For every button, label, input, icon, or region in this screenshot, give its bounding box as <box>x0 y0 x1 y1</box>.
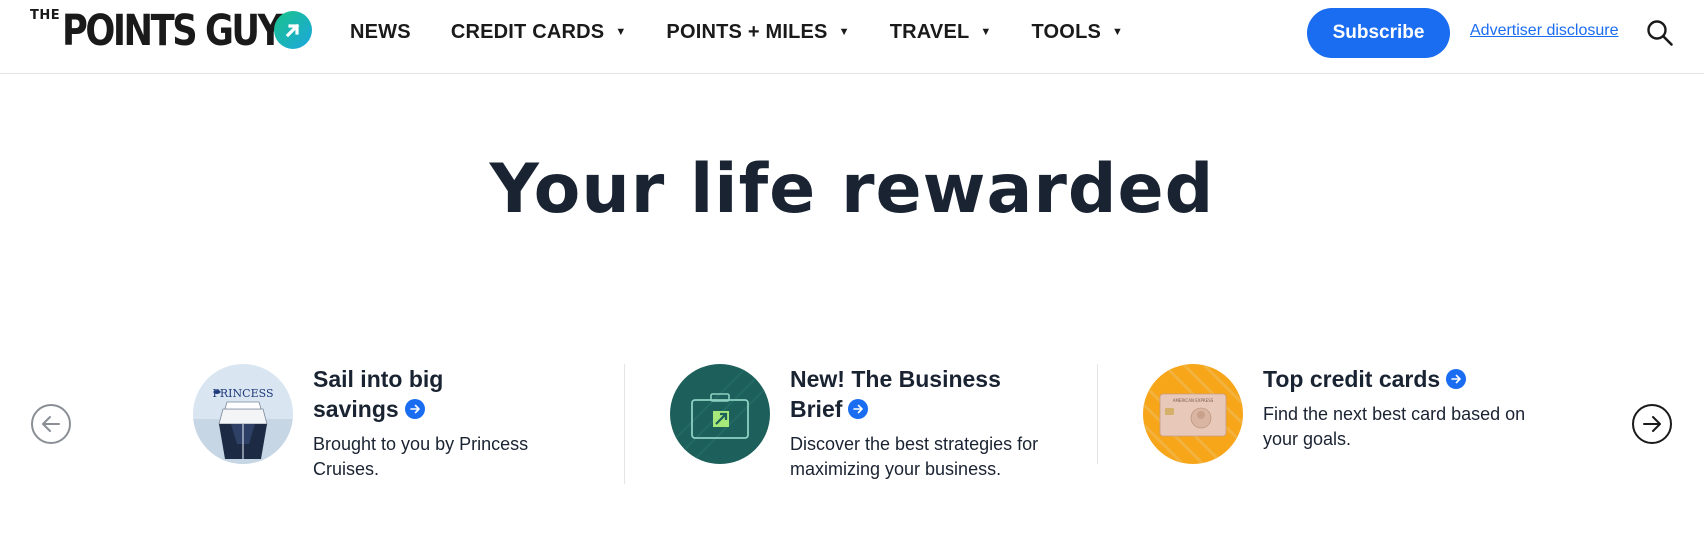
cruise-ship-image: PRINCESS <box>193 364 293 464</box>
site-header: THE POINTS GUY NEWS CREDIT CARDS ▼ POINT… <box>0 0 1704 74</box>
card-description: Brought to you by Princess Cruises. <box>313 434 529 479</box>
subscribe-button[interactable]: Subscribe <box>1307 8 1450 58</box>
caret-down-icon: ▼ <box>1112 26 1124 38</box>
nav-item-label: TRAVEL <box>889 20 970 43</box>
arrow-left-icon <box>42 416 60 432</box>
card-description: Find the next best card based on your go… <box>1263 404 1526 449</box>
logo-the-text: THE <box>30 8 61 23</box>
hero-title: Your life rewarded <box>489 150 1215 229</box>
nav-item-points-miles[interactable]: POINTS + MILES ▼ <box>666 21 849 44</box>
card-title[interactable]: Top credit cards <box>1263 364 1553 394</box>
card-title[interactable]: New! The Business Brief <box>790 364 1060 424</box>
arrow-right-circle-icon[interactable] <box>404 398 425 419</box>
promo-card-business-brief[interactable]: New! The Business Brief Discover the bes… <box>670 364 1060 482</box>
card-text: Sail into big savings Brought to you by … <box>313 364 583 482</box>
card-title[interactable]: Sail into big savings <box>313 364 583 424</box>
princess-brand-text: PRINCESS <box>213 387 274 400</box>
advertiser-disclosure-link[interactable]: Advertiser disclosure <box>1470 22 1619 40</box>
nav-item-credit-cards[interactable]: CREDIT CARDS ▼ <box>451 21 627 44</box>
the-points-guy-logo[interactable]: THE POINTS GUY <box>30 8 316 58</box>
card-divider <box>1097 364 1098 464</box>
card-title-line2: savings <box>313 396 399 422</box>
logo-arrow-icon <box>274 11 312 49</box>
nav-item-travel[interactable]: TRAVEL ▼ <box>890 21 992 44</box>
card-title-line1: Sail into big <box>313 366 444 392</box>
arrow-right-circle-icon[interactable] <box>1446 368 1467 389</box>
amex-brand-text: AMERICAN EXPRESS <box>1173 398 1214 403</box>
carousel-prev-button[interactable] <box>31 404 71 444</box>
nav-item-label: NEWS <box>350 20 411 43</box>
caret-down-icon: ▼ <box>838 26 850 38</box>
card-divider <box>624 364 625 484</box>
arrow-right-icon <box>1643 416 1661 432</box>
arrow-right-circle-icon[interactable] <box>848 398 869 419</box>
caret-down-icon: ▼ <box>615 26 627 38</box>
promo-card-top-credit-cards[interactable]: AMERICAN EXPRESS Top credit cards Find t… <box>1143 364 1553 464</box>
card-text: New! The Business Brief Discover the bes… <box>790 364 1060 482</box>
card-title-line2: Brief <box>790 396 843 422</box>
nav-item-tools[interactable]: TOOLS ▼ <box>1032 21 1124 44</box>
main-nav: NEWS CREDIT CARDS ▼ POINTS + MILES ▼ TRA… <box>350 0 1163 64</box>
briefcase-image <box>670 364 770 464</box>
promo-card-princess[interactable]: PRINCESS Sail into big savings Brought t… <box>193 364 583 482</box>
card-text: Top credit cards Find the next best card… <box>1263 364 1553 464</box>
nav-item-label: TOOLS <box>1031 20 1102 43</box>
nav-item-label: CREDIT CARDS <box>450 20 605 43</box>
logo-main-text: POINTS GUY <box>62 6 283 56</box>
card-description: Discover the best strategies for maximiz… <box>790 434 1039 479</box>
credit-card-image: AMERICAN EXPRESS <box>1143 364 1243 464</box>
carousel-next-button[interactable] <box>1632 404 1672 444</box>
nav-item-label: POINTS + MILES <box>666 20 828 43</box>
card-title-line1: New! The Business <box>790 366 1001 392</box>
search-icon[interactable] <box>1646 19 1674 47</box>
caret-down-icon: ▼ <box>980 26 992 38</box>
nav-item-news[interactable]: NEWS <box>350 21 411 44</box>
card-title-line1: Top credit cards <box>1263 366 1441 392</box>
